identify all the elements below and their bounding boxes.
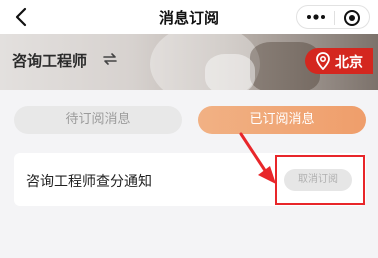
- nav-bar: 消息订阅: [0, 0, 378, 34]
- miniprogram-capsule: [296, 5, 370, 29]
- city-selector-button[interactable]: 北京: [305, 48, 373, 74]
- tab-pending-messages[interactable]: 待订阅消息: [14, 106, 182, 134]
- close-miniprogram-icon[interactable]: [343, 9, 361, 27]
- city-label: 北京: [335, 55, 363, 71]
- more-icon[interactable]: [305, 10, 327, 24]
- location-pin-icon: [316, 52, 330, 70]
- switch-exam-icon[interactable]: [101, 50, 119, 68]
- capsule-divider: [334, 11, 335, 25]
- exam-title[interactable]: 咨询工程师: [12, 50, 87, 71]
- subscription-title: 咨询工程师查分通知: [26, 174, 152, 190]
- annotation-highlight-box: [275, 155, 365, 205]
- tab-subscribed-messages[interactable]: 已订阅消息: [198, 106, 366, 134]
